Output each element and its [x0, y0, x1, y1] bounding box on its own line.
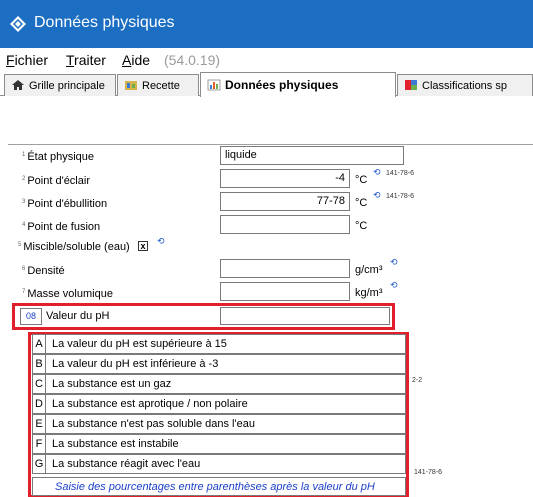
- field-label-text: Masse volumique: [27, 288, 113, 300]
- point-eclair-cas: 141-78-6: [386, 170, 415, 177]
- field-number: 5: [18, 242, 22, 248]
- option-text: La substance est instabile: [52, 438, 179, 450]
- menu-aide-accel: A: [122, 52, 132, 68]
- point-fusion-label: 4 Point de fusion: [22, 221, 100, 233]
- section-divider: [8, 144, 533, 145]
- background-fragment: 141-78-6: [414, 469, 443, 476]
- option-letter: C: [33, 375, 46, 393]
- option-text: La valeur du pH est inférieure à -3: [52, 358, 219, 370]
- refresh-icon[interactable]: ⟲: [390, 257, 398, 268]
- tab-label: Données physiques: [225, 78, 339, 92]
- ph-field[interactable]: [220, 307, 390, 325]
- menu-traiter-accel: T: [66, 52, 75, 68]
- field-label-text: Densité: [27, 265, 65, 277]
- menu-traiter[interactable]: Traiter: [66, 52, 106, 68]
- ph-option-a[interactable]: A La valeur du pH est supérieure à 15: [32, 334, 406, 354]
- etat-physique-label: 1 État physique: [22, 151, 94, 163]
- masse-volumique-label: 7 Masse volumique: [22, 288, 113, 300]
- option-letter: D: [33, 395, 46, 413]
- option-text: La valeur du pH est supérieure à 15: [52, 338, 227, 350]
- refresh-icon[interactable]: ⟲: [390, 280, 398, 291]
- point-ebullition-unit: °C: [355, 197, 368, 209]
- point-ebullition-label: 3 Point d'ébullition: [22, 198, 107, 210]
- recipe-icon: [125, 81, 137, 90]
- ph-option-e[interactable]: E La substance n'est pas soluble dans l'e…: [32, 414, 406, 434]
- option-letter: A: [33, 335, 46, 353]
- miscible-label: 5 Miscible/soluble (eau): [18, 241, 130, 253]
- tab-label: Recette: [142, 80, 180, 92]
- app-diamond-icon: [10, 16, 26, 32]
- field-label-text: Point d'éclair: [27, 175, 90, 187]
- point-fusion-field[interactable]: [220, 215, 350, 234]
- ph-label: Valeur du pH: [46, 310, 110, 322]
- densite-field[interactable]: [220, 259, 350, 278]
- option-text: La substance est aprotique / non polaire: [52, 398, 248, 410]
- option-text: La substance réagit avec l'eau: [52, 458, 201, 470]
- home-icon: [12, 80, 24, 90]
- tab-recette[interactable]: Recette: [117, 74, 199, 96]
- menu-fichier[interactable]: Fichier: [6, 52, 48, 68]
- ph-option-c[interactable]: C La substance est un gaz: [32, 374, 406, 394]
- background-fragment: 2-2: [412, 377, 423, 384]
- menu-bar: Fichier Traiter Aide (54.0.19): [0, 48, 533, 70]
- ph-option-g[interactable]: G La substance réagit avec l'eau: [32, 454, 406, 474]
- option-letter: B: [33, 355, 46, 373]
- field-number: 2: [22, 176, 26, 182]
- option-text: La substance est un gaz: [52, 378, 172, 390]
- field-label-text: Point de fusion: [27, 221, 101, 233]
- point-ebullition-cas: 141-78-6: [386, 193, 415, 200]
- refresh-icon[interactable]: ⟲: [373, 190, 381, 201]
- menu-fichier-label: ichier: [14, 52, 49, 68]
- point-eclair-unit: °C: [355, 174, 368, 186]
- ph-option-b[interactable]: B La valeur du pH est inférieure à -3: [32, 354, 406, 374]
- tab-donnees-physiques[interactable]: Données physiques: [200, 72, 396, 97]
- version-label: (54.0.19): [164, 52, 221, 68]
- ph-option-d[interactable]: D La substance est aprotique / non polair…: [32, 394, 406, 414]
- densite-label: 6 Densité: [22, 265, 65, 277]
- ph-percentage-note[interactable]: Saisie des pourcentages entre parenthèse…: [32, 477, 406, 496]
- option-letter: E: [33, 415, 46, 433]
- refresh-icon[interactable]: ⟲: [157, 236, 165, 247]
- option-text: La substance n'est pas soluble dans l'ea…: [52, 418, 255, 430]
- option-letter: F: [33, 435, 46, 453]
- tab-label: Classifications sp: [422, 80, 507, 92]
- ph-option-f[interactable]: F La substance est instabile: [32, 434, 406, 454]
- densite-unit: g/cm³: [355, 264, 383, 276]
- point-fusion-unit: °C: [355, 220, 368, 232]
- tab-strip: Grille principale Recette Données physiq…: [0, 70, 533, 97]
- masse-volumique-field[interactable]: [220, 282, 350, 301]
- menu-traiter-label: raiter: [74, 52, 106, 68]
- option-letter: G: [33, 455, 46, 473]
- tab-grille-principale[interactable]: Grille principale: [4, 74, 116, 96]
- tab-classifications[interactable]: Classifications sp: [397, 74, 533, 96]
- field-number: 6: [22, 266, 26, 272]
- point-ebullition-field[interactable]: 77-78: [220, 192, 350, 211]
- field-label-text: État physique: [27, 151, 94, 163]
- field-label-text: Point d'ébullition: [27, 198, 108, 210]
- point-eclair-label: 2 Point d'éclair: [22, 175, 90, 187]
- field-label-text: Miscible/soluble (eau): [23, 241, 130, 253]
- menu-fichier-accel: F: [6, 52, 15, 68]
- field-number: 1: [22, 152, 26, 158]
- etat-physique-field[interactable]: liquide: [220, 146, 404, 165]
- ph-field-number: 08: [20, 308, 42, 325]
- refresh-icon[interactable]: ⟲: [373, 167, 381, 178]
- field-number: 7: [22, 289, 26, 295]
- window-title: Données physiques: [34, 14, 175, 31]
- point-eclair-field[interactable]: -4: [220, 169, 350, 188]
- field-number: 4: [22, 222, 26, 228]
- miscible-checkbox[interactable]: x: [138, 241, 148, 251]
- menu-aide[interactable]: Aide: [122, 52, 150, 68]
- classification-icon: [405, 80, 417, 90]
- title-bar: Données physiques: [0, 0, 533, 48]
- masse-volumique-unit: kg/m³: [355, 287, 383, 299]
- field-number: 3: [22, 199, 26, 205]
- menu-aide-label: ide: [131, 52, 151, 68]
- data-chart-icon: [207, 79, 221, 91]
- tab-label: Grille principale: [29, 80, 105, 92]
